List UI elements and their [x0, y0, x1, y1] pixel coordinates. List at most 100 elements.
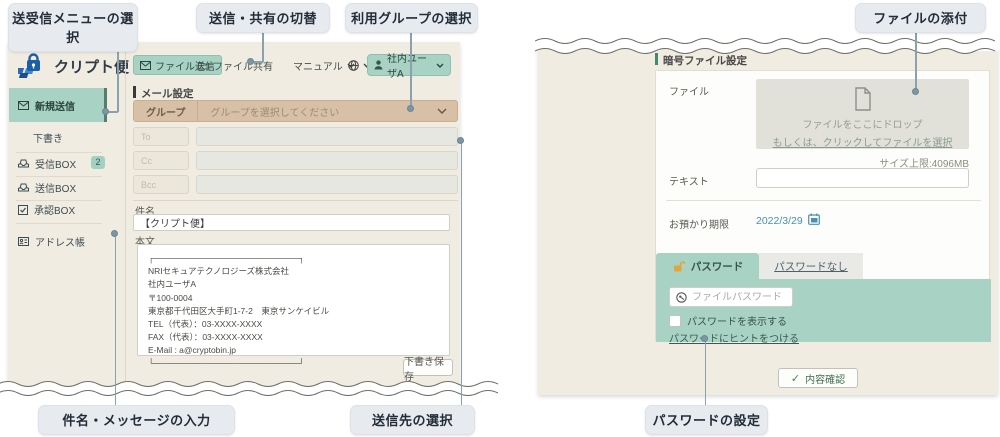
callout-recipient-select: 送信先の選択	[350, 405, 475, 435]
sidebar-item-label: 受信BOX	[35, 156, 76, 171]
mail-icon	[140, 61, 151, 70]
connector-line	[262, 30, 264, 62]
confirm-content-button[interactable]: ✓ 内容確認	[778, 368, 858, 388]
sidebar-item-inbox[interactable]: 受信BOX	[18, 156, 76, 171]
connector-dot	[407, 105, 414, 112]
chevron-down-icon	[436, 63, 444, 68]
file-password-input[interactable]	[692, 292, 782, 303]
inbox-icon	[18, 159, 29, 168]
address-book-icon	[18, 237, 29, 246]
sidebar-item-draft[interactable]: 下書き	[33, 130, 63, 145]
tutorial-page: 送受信メニューの選択 送信・共有の切替 利用グループの選択 ファイルの添付 件名…	[0, 0, 1000, 437]
connector-dot	[111, 230, 118, 237]
password-section: パスワードを表示する パスワードにヒントをつける	[656, 279, 991, 342]
tab-no-password[interactable]: パスワードなし	[759, 253, 863, 279]
callout-password-setting: パスワードの設定	[645, 405, 768, 435]
unlock-icon	[672, 261, 685, 272]
sidebar-divider	[125, 50, 126, 382]
connector-dot	[701, 335, 708, 342]
expiry-label: お預かり期限	[669, 216, 729, 231]
divider	[16, 223, 102, 224]
callout-group-select: 利用グループの選択	[345, 3, 478, 33]
nav-file-share-label: ファイル共有	[213, 58, 273, 73]
text-label: テキスト	[669, 173, 709, 188]
connector-line	[461, 140, 463, 405]
connector-dot	[247, 58, 254, 65]
bcc-label: Bcc	[141, 180, 156, 190]
sidebar-item-approvalbox[interactable]: 承認BOX	[18, 202, 75, 217]
file-select-link[interactable]: もしくは、クリックしてファイルを選択	[773, 134, 953, 149]
cc-field-selector[interactable]: Cc	[133, 151, 189, 170]
connector-dot	[912, 88, 919, 95]
callout-send-receive-menu: 送受信メニューの選択	[8, 3, 138, 52]
connector-dot	[457, 137, 464, 144]
connector-dot	[102, 108, 109, 115]
to-input[interactable]	[196, 127, 458, 146]
app-logo: クリプト便	[18, 53, 129, 79]
connector-line	[915, 30, 917, 91]
sidebar-item-sentbox[interactable]: 送信BOX	[18, 180, 76, 195]
nav-file-share-button[interactable]: ファイル共有	[192, 55, 279, 75]
sidebar-item-label: アドレス帳	[35, 234, 85, 249]
mail-settings-title: メール設定	[141, 86, 194, 101]
file-drop-zone[interactable]: ファイルをここにドロップ もしくは、クリックしてファイルを選択	[756, 79, 969, 149]
globe-icon	[348, 60, 359, 71]
nav-user-menu[interactable]: 社内ユーザA	[367, 54, 451, 76]
to-field-selector[interactable]: To	[133, 127, 189, 146]
text-input[interactable]	[756, 168, 969, 188]
show-password-label: パスワードを表示する	[687, 313, 787, 328]
file-label: ファイル	[669, 83, 709, 98]
show-password-checkbox[interactable]	[669, 315, 681, 327]
divider	[16, 176, 102, 177]
torn-edge-wave	[0, 376, 508, 402]
outbox-icon	[18, 183, 29, 192]
cc-label: Cc	[141, 156, 152, 166]
save-draft-button[interactable]: 下書き保存	[403, 359, 453, 376]
tab-password[interactable]: パスワード	[656, 253, 759, 279]
sidebar-item-label: 新規送信	[35, 98, 75, 113]
file-document-icon	[756, 87, 969, 111]
password-hint-link[interactable]: パスワードにヒントをつける	[669, 330, 799, 345]
sidebar-item-label: 下書き	[33, 130, 63, 145]
user-icon	[374, 60, 383, 70]
group-label: グループ	[134, 101, 198, 121]
calendar-icon[interactable]	[808, 213, 820, 225]
divider	[666, 200, 981, 201]
callout-send-share-toggle: 送信・共有の切替	[196, 3, 330, 33]
file-password-field[interactable]	[669, 287, 793, 307]
sidebar-item-label: 承認BOX	[34, 202, 75, 217]
to-label: To	[141, 132, 151, 142]
folder-share-icon	[198, 61, 209, 70]
drop-zone-text: ファイルをここにドロップ	[756, 116, 969, 131]
bcc-input[interactable]	[196, 175, 458, 194]
sidebar-item-label: 送信BOX	[35, 180, 76, 195]
key-icon	[676, 292, 687, 303]
divider	[133, 200, 458, 201]
group-placeholder: グループを選択してください	[198, 104, 437, 119]
body-textarea[interactable]: ┌────────────────────────┐ NRIセキュアテクノロジー…	[137, 244, 450, 356]
lock-logo-icon	[18, 53, 48, 79]
callout-file-attach: ファイルの添付	[855, 3, 986, 33]
expiry-date-value[interactable]: 2022/3/29	[756, 215, 803, 227]
connector-line	[115, 233, 117, 405]
subject-input[interactable]	[133, 214, 450, 231]
inbox-count-badge: 2	[91, 156, 105, 169]
chevron-down-icon	[437, 108, 457, 114]
show-password-option[interactable]: パスワードを表示する	[669, 313, 787, 328]
mail-icon	[18, 101, 29, 110]
bcc-field-selector[interactable]: Bcc	[133, 175, 189, 194]
tab-no-password-label: パスワードなし	[774, 259, 848, 274]
connector-line	[705, 338, 707, 405]
confirm-content-label: 内容確認	[805, 371, 845, 386]
connector-line	[410, 30, 412, 108]
cc-input[interactable]	[196, 151, 458, 170]
mail-compose-panel: クリプト便 ファイル送信 ファイル共有 マニュアル 社内ユーザA	[8, 42, 460, 390]
file-settings-card: ファイル ファイルをここにドロップ もしくは、クリックしてファイルを選択 サイズ…	[655, 70, 990, 341]
divider	[16, 200, 102, 201]
check-icon: ✓	[791, 372, 800, 385]
file-settings-panel: 暗号ファイル設定 ファイル ファイルをここにドロップ もしくは、クリックしてファ…	[538, 44, 998, 395]
sidebar-item-new-send[interactable]: 新規送信	[9, 88, 107, 122]
divider	[16, 152, 102, 153]
torn-edge-wave	[535, 34, 1000, 60]
sidebar-item-address-book[interactable]: アドレス帳	[18, 234, 85, 249]
